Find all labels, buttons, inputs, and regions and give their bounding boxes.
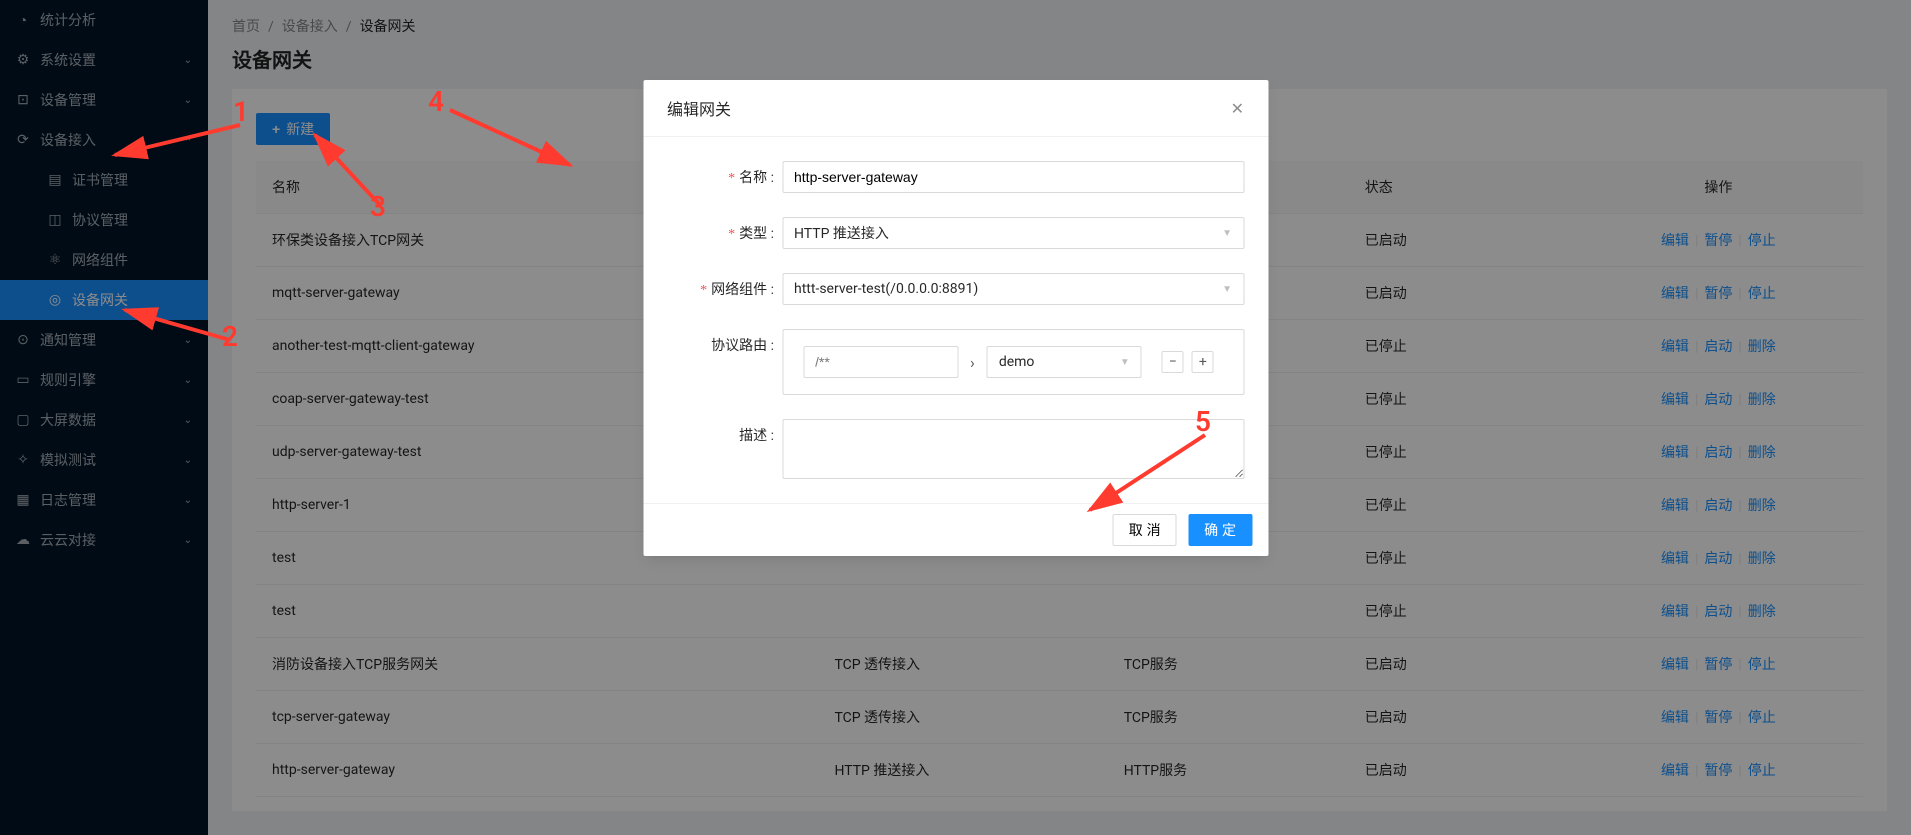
modal-header: 编辑网关 ✕ <box>643 80 1268 137</box>
route-box: › demo ▼ − + <box>782 329 1244 395</box>
modal-title: 编辑网关 <box>667 96 731 120</box>
type-select[interactable]: HTTP 推送接入 ▼ <box>782 217 1244 249</box>
add-route-button[interactable]: + <box>1192 351 1214 373</box>
desc-field[interactable] <box>782 419 1244 479</box>
route-target-value: demo <box>999 354 1035 370</box>
label-route: 协议路由 : <box>667 329 782 355</box>
label-type: *类型 : <box>667 217 782 243</box>
remove-route-button[interactable]: − <box>1162 351 1184 373</box>
network-select-value: httt-server-test(/0.0.0.0:8891) <box>794 281 978 297</box>
close-icon[interactable]: ✕ <box>1231 99 1244 118</box>
arrow-right-icon: › <box>970 353 975 372</box>
label-desc: 描述 : <box>667 419 782 445</box>
modal-footer: 取 消 确 定 <box>643 503 1268 556</box>
modal-body: *名称 : *类型 : HTTP 推送接入 ▼ *网络组件 : httt-ser… <box>643 137 1268 503</box>
edit-gateway-modal: 编辑网关 ✕ *名称 : *类型 : HTTP 推送接入 ▼ *网络组件 : <box>643 80 1268 556</box>
chevron-down-icon: ▼ <box>1222 284 1232 295</box>
confirm-button[interactable]: 确 定 <box>1188 514 1252 546</box>
chevron-down-icon: ▼ <box>1222 228 1232 239</box>
cancel-button[interactable]: 取 消 <box>1113 514 1177 546</box>
route-target-select[interactable]: demo ▼ <box>987 346 1142 378</box>
route-path-field[interactable] <box>803 346 958 378</box>
name-field[interactable] <box>782 161 1244 193</box>
network-select[interactable]: httt-server-test(/0.0.0.0:8891) ▼ <box>782 273 1244 305</box>
label-name: *名称 : <box>667 161 782 187</box>
chevron-down-icon: ▼ <box>1120 357 1130 368</box>
type-select-value: HTTP 推送接入 <box>794 223 889 243</box>
label-network: *网络组件 : <box>667 273 782 299</box>
